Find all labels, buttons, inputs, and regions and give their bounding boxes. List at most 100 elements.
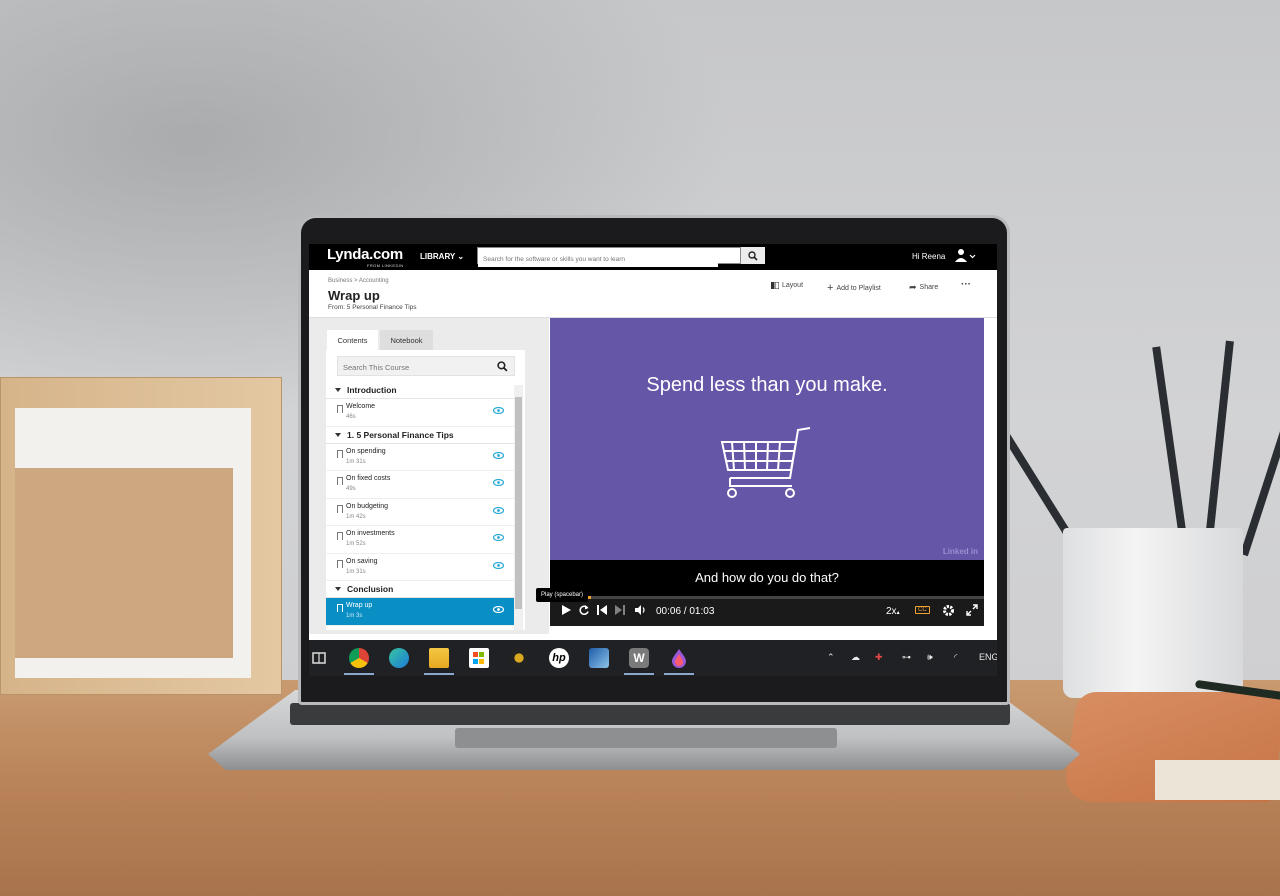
progress-bar[interactable] xyxy=(550,596,984,599)
video-item-on-saving[interactable]: On saving 1m 31s xyxy=(326,554,514,581)
section-title: 1. 5 Personal Finance Tips xyxy=(347,429,454,440)
contents-scrollbar[interactable] xyxy=(514,385,523,630)
caret-down-icon xyxy=(335,388,341,392)
user-greeting[interactable]: Hi Reena xyxy=(912,252,945,261)
closed-captions-button[interactable]: CC xyxy=(915,606,930,614)
volume-icon[interactable] xyxy=(634,604,647,616)
bookmark-icon[interactable] xyxy=(337,504,343,513)
windows-taskbar: hp W ⌃ ☁ ✚ ⊶ 🕪 ◜ ENG xyxy=(309,640,997,676)
video-player[interactable]: Spend less than you make. Linked in xyxy=(550,318,984,560)
section-introduction[interactable]: Introduction xyxy=(326,382,514,399)
scrollbar-thumb[interactable] xyxy=(515,397,522,609)
video-item-on-fixed-costs[interactable]: On fixed costs 49s xyxy=(326,471,514,499)
video-item-on-budgeting[interactable]: On budgeting 1m 42s xyxy=(326,499,514,526)
layout-label: Layout xyxy=(782,282,804,289)
user-icon[interactable] xyxy=(955,248,977,264)
video-title: Welcome xyxy=(346,403,376,410)
bookmark-icon[interactable] xyxy=(337,532,343,540)
play-tooltip: Play (spacebar) xyxy=(536,588,589,602)
breadcrumb[interactable]: Business > Accounting xyxy=(328,278,389,284)
droplet-app-icon[interactable] xyxy=(669,648,689,668)
frame-photo xyxy=(15,468,233,658)
slide-text: Spend less than you make. xyxy=(646,374,888,396)
site-search[interactable] xyxy=(477,247,741,267)
search-button[interactable] xyxy=(741,247,765,264)
app-icon[interactable] xyxy=(589,648,609,668)
course-source[interactable]: From: 5 Personal Finance Tips xyxy=(328,304,417,311)
video-title: On budgeting xyxy=(346,502,389,510)
wifi-icon[interactable]: ◜ xyxy=(954,652,958,663)
eye-icon xyxy=(493,561,504,569)
library-menu[interactable]: LIBRARY ⌄ xyxy=(420,252,464,261)
video-item-welcome[interactable]: Welcome 46s xyxy=(326,399,514,427)
laptop-keyboard xyxy=(290,703,1010,725)
section-conclusion[interactable]: Conclusion xyxy=(326,581,514,598)
eye-icon xyxy=(493,534,504,541)
eye-icon xyxy=(493,451,504,459)
edge-icon[interactable] xyxy=(389,648,409,668)
previous-icon[interactable] xyxy=(596,604,608,616)
logo-subtitle: FROM LINKEDIN xyxy=(367,263,404,268)
speed-label: 2x xyxy=(886,606,897,617)
gear-icon[interactable] xyxy=(942,604,955,617)
store-tile-green xyxy=(479,652,484,657)
top-nav-bar: Lynda.com FROM LINKEDIN LIBRARY ⌄ Hi Ree… xyxy=(309,244,997,270)
bookmark-icon[interactable] xyxy=(337,604,343,612)
video-item-on-spending[interactable]: On spending 1m 31s xyxy=(326,444,514,471)
video-item-on-investments[interactable]: On investments 1m 52s xyxy=(326,526,514,554)
course-search[interactable] xyxy=(337,356,515,377)
plus-icon: + xyxy=(827,282,834,294)
video-title: On saving xyxy=(346,557,378,565)
search-icon[interactable] xyxy=(497,361,508,372)
bookmark-icon[interactable] xyxy=(337,559,343,568)
playback-speed[interactable]: 2x▴ xyxy=(886,606,900,617)
time-display: 00:06 / 01:03 xyxy=(656,606,715,617)
bookmark-icon[interactable] xyxy=(337,477,343,485)
tab-contents[interactable]: Contents xyxy=(327,330,378,350)
chevron-up-icon[interactable]: ⌃ xyxy=(827,652,835,663)
laptop-screen: Lynda.com FROM LINKEDIN LIBRARY ⌄ Hi Ree… xyxy=(309,244,997,676)
video-title: On fixed costs xyxy=(346,475,391,482)
bookmark-icon[interactable] xyxy=(337,449,343,458)
table-of-contents: Introduction Welcome 46s 1. 5 Personal F… xyxy=(326,382,514,630)
lynda-logo[interactable]: Lynda.com xyxy=(327,246,403,263)
layout-button[interactable]: Layout xyxy=(771,282,803,289)
share-icon: ➦ xyxy=(909,282,917,292)
video-item-wrap-up[interactable]: Wrap up 1m 3s xyxy=(326,598,514,626)
player-controls: 00:06 / 01:03 2x▴ CC xyxy=(550,596,984,626)
library-label: LIBRARY xyxy=(420,252,456,261)
play-icon[interactable] xyxy=(560,604,572,616)
site-search-input[interactable] xyxy=(478,252,718,267)
next-icon[interactable] xyxy=(614,604,626,616)
cloud-icon[interactable]: ☁ xyxy=(851,652,860,663)
add-to-playlist-button[interactable]: + Add to Playlist xyxy=(827,282,881,294)
speaker-icon[interactable]: 🕪 xyxy=(927,652,933,663)
language-indicator[interactable]: ENG xyxy=(979,652,997,662)
contents-panel: Introduction Welcome 46s 1. 5 Personal F… xyxy=(326,350,525,630)
media-player-icon[interactable] xyxy=(509,648,529,668)
store-icon[interactable] xyxy=(469,648,489,668)
eye-icon xyxy=(493,506,504,514)
store-tile-yellow xyxy=(479,658,484,664)
video-duration: 49s xyxy=(346,486,356,492)
video-duration: 1m 31s xyxy=(346,568,366,575)
tab-notebook[interactable]: Notebook xyxy=(380,330,433,350)
caption-text: And how do you do that? xyxy=(695,570,839,585)
chrome-icon[interactable] xyxy=(349,648,369,668)
replay-icon[interactable] xyxy=(578,604,590,616)
more-options-button[interactable]: ··· xyxy=(961,279,971,290)
active-app-indicator xyxy=(664,673,694,675)
task-view-icon[interactable] xyxy=(309,648,329,668)
file-explorer-icon[interactable] xyxy=(429,648,449,668)
bookmark-icon[interactable] xyxy=(337,405,343,413)
hp-icon[interactable]: hp xyxy=(549,648,569,668)
video-duration: 1m 52s xyxy=(346,541,366,547)
eye-icon xyxy=(493,606,504,613)
section-finance-tips[interactable]: 1. 5 Personal Finance Tips xyxy=(326,427,514,444)
security-icon[interactable]: ✚ xyxy=(875,652,883,663)
share-button[interactable]: ➦ Share xyxy=(909,282,938,293)
network-icon[interactable]: ⊶ xyxy=(902,652,911,663)
fullscreen-icon[interactable] xyxy=(966,604,978,616)
course-search-input[interactable] xyxy=(338,358,488,377)
w-app-icon[interactable]: W xyxy=(629,648,649,668)
